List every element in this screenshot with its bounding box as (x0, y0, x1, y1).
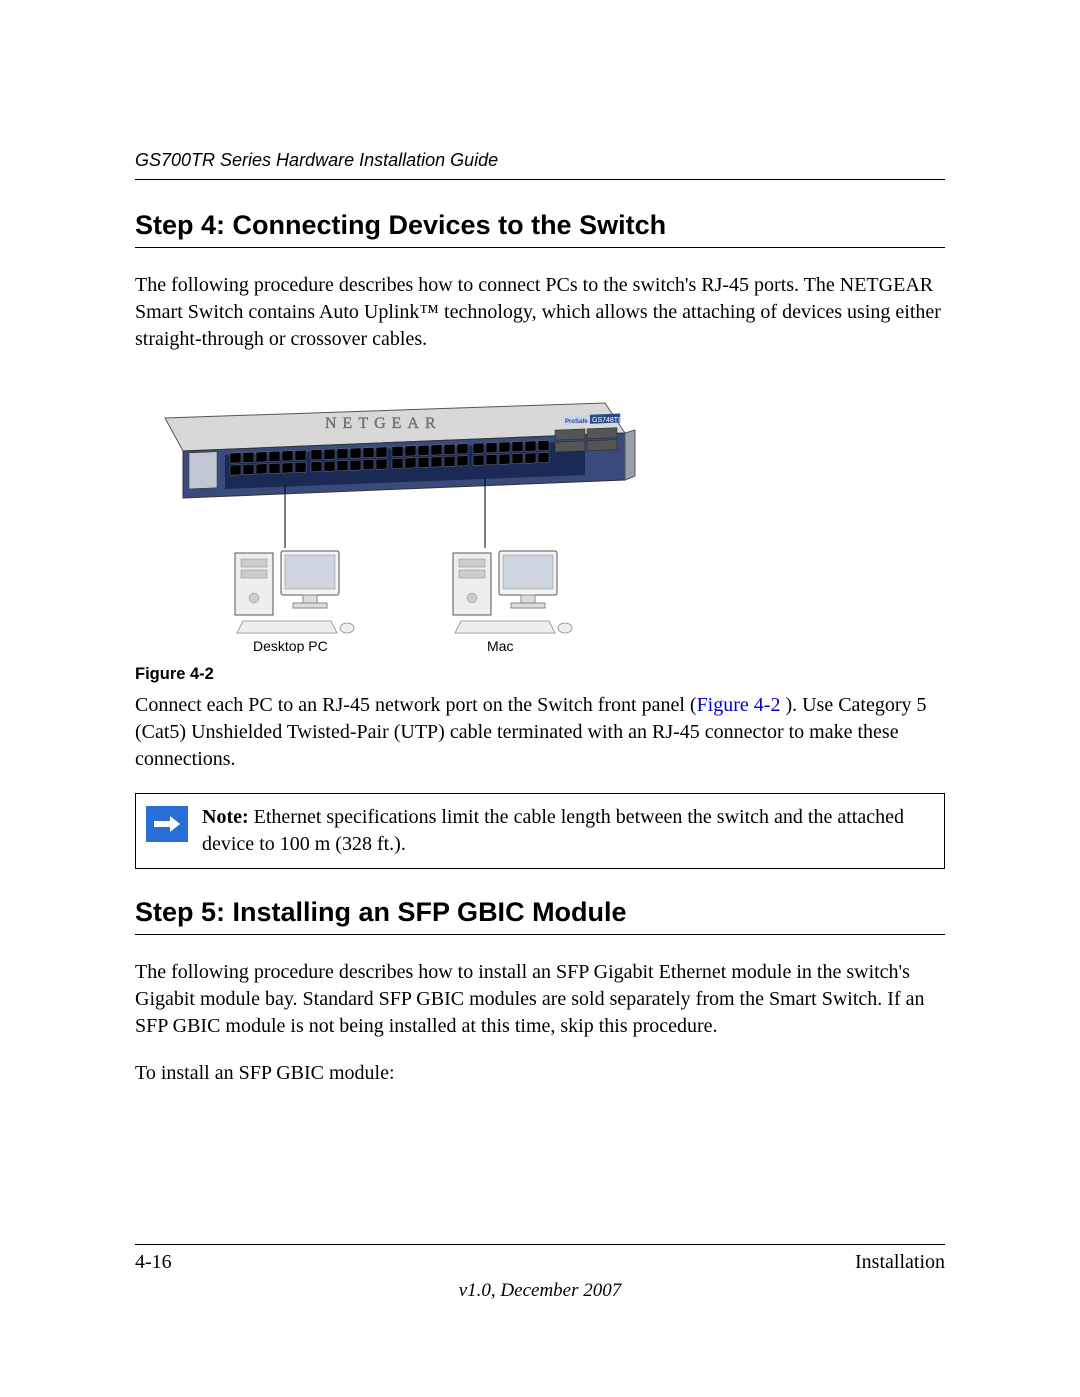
step5-p1: The following procedure describes how to… (135, 959, 945, 1040)
step4-after-figure: Connect each PC to an RJ-45 network port… (135, 692, 945, 773)
figure-label-mac: Mac (487, 638, 513, 653)
switch-model-prefix: ProSafe (565, 419, 588, 425)
mac-illustration (453, 551, 572, 633)
note-text: Ethernet specifications limit the cable … (202, 806, 904, 855)
switch-model-label: GS748TR (592, 417, 623, 424)
switch-brand-text: NETGEAR (325, 415, 442, 432)
figure-4-2: NETGEAR (135, 373, 945, 653)
footer-page-number: 4-16 (135, 1251, 172, 1274)
page-footer: 4-16 Installation v1.0, December 2007 (135, 1244, 945, 1302)
figure-reference-link[interactable]: Figure 4-2 (697, 694, 781, 716)
heading-step4: Step 4: Connecting Devices to the Switch (135, 210, 945, 248)
footer-chapter: Installation (855, 1251, 945, 1274)
footer-version: v1.0, December 2007 (135, 1280, 945, 1302)
desktop-pc-illustration (235, 551, 354, 633)
figure-caption: Figure 4-2 (135, 665, 945, 684)
running-header: GS700TR Series Hardware Installation Gui… (135, 150, 945, 180)
figure-label-desktop-pc: Desktop PC (253, 638, 328, 653)
step4-intro: The following procedure describes how to… (135, 272, 945, 353)
note-label: Note: (202, 806, 249, 828)
after-figure-pre: Connect each PC to an RJ-45 network port… (135, 694, 697, 716)
note-arrow-icon (146, 806, 188, 842)
heading-step5: Step 5: Installing an SFP GBIC Module (135, 897, 945, 935)
step5-p2: To install an SFP GBIC module: (135, 1060, 945, 1087)
note-box: Note: Ethernet specifications limit the … (135, 793, 945, 869)
